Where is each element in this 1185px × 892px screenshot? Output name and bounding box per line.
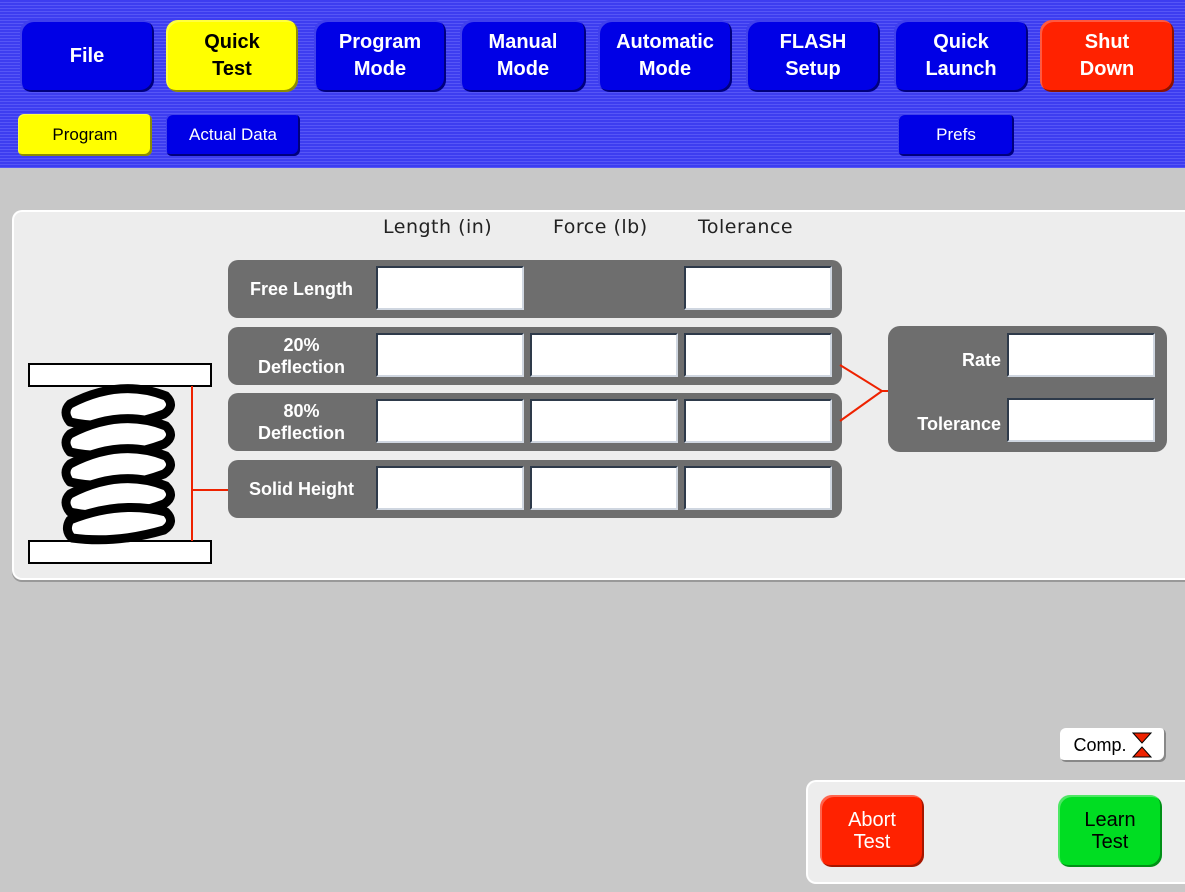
quick-launch-button[interactable]: Quick Launch [894,20,1028,92]
learn-test-button[interactable]: Learn Test [1058,795,1162,867]
deflection-80-force-input[interactable] [530,399,678,443]
solid-height-force-input[interactable] [530,466,678,510]
spring-icon [28,363,228,564]
force-column-header: Force (lb) [553,216,648,238]
free-length-tolerance-input[interactable] [684,266,832,310]
free-length-row: Free Length [228,260,842,318]
rate-label: Rate [961,350,1001,370]
rate-tolerance-input[interactable] [1007,398,1155,442]
deflection-20-length-input[interactable] [376,333,524,377]
automatic-mode-button[interactable]: Automatic Mode [598,20,732,92]
prefs-button[interactable]: Prefs [898,114,1014,156]
program-tab[interactable]: Program [18,114,152,156]
abort-test-button[interactable]: Abort Test [820,795,924,867]
rate-input[interactable] [1007,333,1155,377]
deflection-80-row: 80% Deflection [228,393,842,451]
solid-height-row: Solid Height [228,460,842,518]
solid-height-tolerance-input[interactable] [684,466,832,510]
deflection-20-row: 20% Deflection [228,327,842,385]
program-mode-button[interactable]: Program Mode [314,20,446,92]
free-length-length-input[interactable] [376,266,524,310]
deflection-20-force-input[interactable] [530,333,678,377]
tolerance-column-header: Tolerance [698,216,794,238]
rate-group: Rate Tolerance [888,326,1167,452]
solid-height-length-input[interactable] [376,466,524,510]
compression-arrows-icon [1131,732,1152,758]
deflection-80-length-input[interactable] [376,399,524,443]
flash-setup-button[interactable]: FLASH Setup [746,20,880,92]
actual-data-tab[interactable]: Actual Data [166,114,300,156]
shut-down-button[interactable]: Shut Down [1040,20,1174,92]
rate-bracket-connector [839,364,890,422]
length-column-header: Length (in) [383,216,493,238]
comp-button[interactable]: Comp. [1060,728,1166,762]
rate-tolerance-label: Tolerance [917,414,1001,434]
manual-mode-button[interactable]: Manual Mode [460,20,586,92]
quick-test-button[interactable]: Quick Test [166,20,298,92]
deflection-80-tolerance-input[interactable] [684,399,832,443]
free-length-label: Free Length [249,279,353,299]
deflection-20-tolerance-input[interactable] [684,333,832,377]
comp-label: Comp. [1073,734,1127,755]
file-button[interactable]: File [20,20,154,92]
